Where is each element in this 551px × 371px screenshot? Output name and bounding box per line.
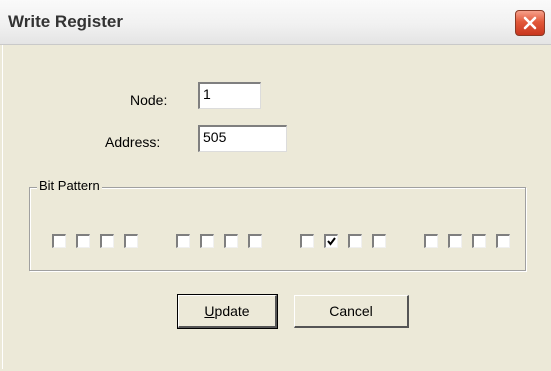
address-label: Address: [105, 134, 161, 150]
bit-checkbox-2[interactable] [76, 234, 90, 248]
close-button[interactable] [515, 10, 545, 36]
bit-checkbox-7[interactable] [224, 234, 238, 248]
node-field[interactable]: 1 [198, 82, 261, 109]
cancel-label: Cancel [329, 303, 373, 319]
title-bar[interactable]: Write Register [0, 0, 551, 45]
bit-checkbox-13[interactable] [424, 234, 438, 248]
bit-checkbox-1[interactable] [52, 234, 66, 248]
cancel-button[interactable]: Cancel [294, 295, 409, 328]
bit-checkbox-11[interactable] [348, 234, 362, 248]
bit-checkbox-12[interactable] [372, 234, 386, 248]
bit-checkbox-4[interactable] [124, 234, 138, 248]
close-icon [523, 16, 537, 30]
write-register-dialog: Write Register Node: 1 Address: 505 Bit … [0, 0, 551, 371]
bit-checkbox-15[interactable] [472, 234, 486, 248]
bit-checkbox-10[interactable] [324, 234, 338, 248]
update-mnemonic: U [204, 303, 215, 319]
bit-checkbox-3[interactable] [100, 234, 114, 248]
bit-pattern-group [29, 187, 526, 271]
bit-checkbox-9[interactable] [300, 234, 314, 248]
node-label: Node: [130, 92, 168, 108]
update-label: pdate [214, 303, 250, 319]
update-button[interactable]: Update [177, 294, 278, 329]
bit-checkbox-14[interactable] [448, 234, 462, 248]
address-field[interactable]: 505 [198, 125, 287, 152]
window-title: Write Register [8, 12, 123, 31]
bit-checkbox-5[interactable] [176, 234, 190, 248]
bit-checkbox-6[interactable] [200, 234, 214, 248]
bit-checkbox-16[interactable] [496, 234, 510, 248]
bit-checkbox-8[interactable] [248, 234, 262, 248]
checkmark-icon [327, 237, 336, 246]
bit-pattern-label: Bit Pattern [37, 178, 102, 193]
